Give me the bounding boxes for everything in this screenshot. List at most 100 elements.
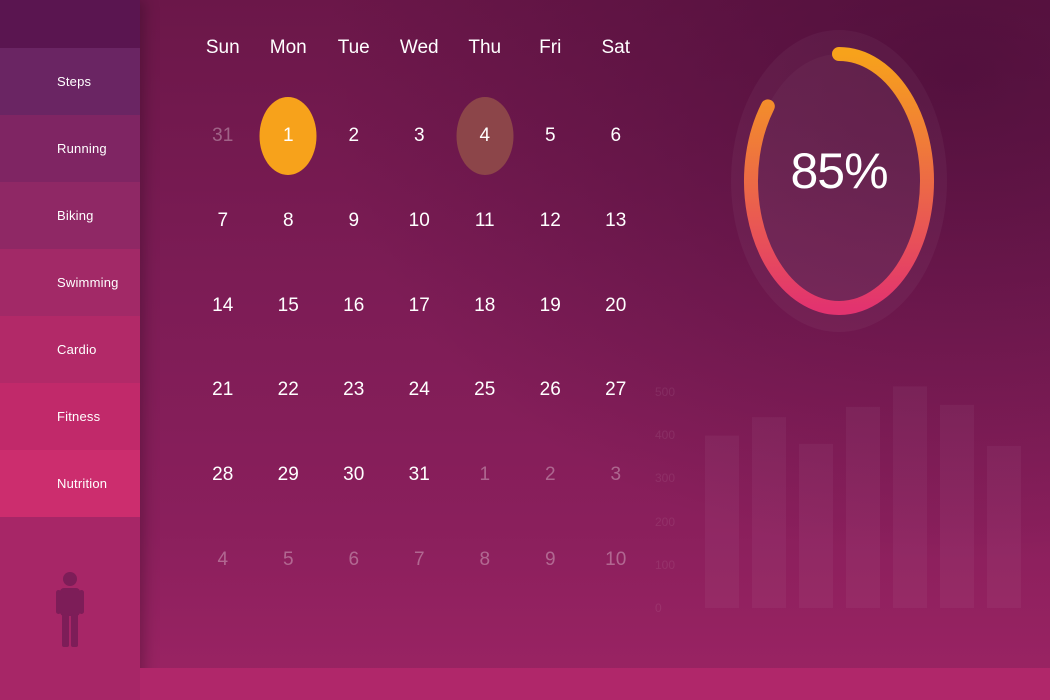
calendar-day-number: 9 [348,210,360,232]
calendar-day-number: 31 [212,125,234,147]
calendar-day-number: 5 [544,125,556,147]
calendar-day-number: 25 [474,379,496,401]
calendar-day[interactable]: 8 [452,517,518,602]
calendar-day[interactable]: 9 [321,179,387,264]
calendar-day[interactable]: 3 [387,94,453,179]
calendar-day[interactable]: 29 [256,433,322,518]
calendar-day-number: 3 [413,125,425,147]
calendar-day[interactable]: 27 [583,348,649,433]
bar [799,443,833,608]
calendar-day[interactable]: 22 [256,348,322,433]
calendar-day[interactable]: 10 [387,179,453,264]
calendar-day-number: 8 [479,548,491,570]
calendar-grid: 31 1 2 3 4 5 6 7 8 9 10 11 12 13 14 15 16 17 18 19 20 21 22 23 2… [190,94,650,602]
progress-label: 85% [790,142,888,199]
calendar-day-number: 1 [282,125,294,147]
calendar-day[interactable]: 18 [452,263,518,348]
calendar-day-number: 9 [544,548,556,570]
sidebar-item-swimming[interactable]: Swimming [0,249,140,316]
bar [940,404,974,608]
sidebar-item-cardio[interactable]: Cardio [0,316,140,383]
calendar-day[interactable]: 26 [518,348,584,433]
weekday-tue: Tue [337,37,370,58]
calendar-day-number: 31 [408,464,430,486]
calendar-day[interactable]: 16 [321,263,387,348]
calendar-day-number: 30 [343,464,365,486]
calendar-day[interactable]: 7 [387,517,453,602]
calendar-day-number: 29 [277,464,299,486]
calendar-day-number: 16 [343,294,365,316]
calendar-day[interactable]: 13 [583,179,649,264]
calendar-day[interactable]: 17 [387,263,453,348]
calendar-day[interactable]: 1 [452,433,518,518]
calendar-day-number: 24 [408,379,430,401]
calendar-day-number: 27 [605,379,627,401]
bar-chart-bars [705,386,1021,608]
calendar-day-number: 21 [212,379,234,401]
weekday-fri: Fri [539,37,562,58]
calendar-day[interactable]: 20 [583,263,649,348]
calendar-day[interactable]: 31 [387,433,453,518]
calendar-day-number: 6 [610,125,622,147]
weekday-sun: Sun [205,37,240,58]
calendar-day[interactable]: 3 [583,433,649,518]
calendar-day[interactable]: 4 [452,94,518,179]
calendar-day[interactable]: 28 [190,433,256,518]
progress-ring: 85% [730,28,948,334]
calendar-day[interactable]: 24 [387,348,453,433]
calendar-day[interactable]: 12 [518,179,584,264]
calendar-day-number: 5 [282,548,294,570]
calendar-day[interactable]: 2 [518,433,584,518]
bottom-bar [140,668,1050,700]
sidebar-item-biking[interactable]: Biking [0,182,140,249]
calendar-day[interactable]: 25 [452,348,518,433]
calendar-day-number: 2 [348,125,360,147]
calendar-day[interactable]: 6 [321,517,387,602]
weekday-mon: Mon [269,37,307,58]
calendar-day-number: 4 [217,548,229,570]
calendar-day[interactable]: 30 [321,433,387,518]
calendar-day[interactable]: 5 [518,94,584,179]
calendar-day-number: 4 [479,125,491,147]
calendar-day-number: 2 [544,464,556,486]
sidebar-item-running[interactable]: Running [0,115,140,182]
calendar-day[interactable]: 6 [583,94,649,179]
calendar-day-number: 28 [212,464,234,486]
calendar-day[interactable]: 23 [321,348,387,433]
calendar-day[interactable]: 31 [190,94,256,179]
calendar-day[interactable]: 9 [518,517,584,602]
weekday-sat: Sat [601,37,631,58]
calendar-day[interactable]: 19 [518,263,584,348]
sidebar-item-nutrition[interactable]: Nutrition [0,450,140,517]
calendar-day[interactable]: 7 [190,179,256,264]
bar [846,406,880,608]
person-icon [56,572,84,647]
calendar-day[interactable]: 1 [256,94,322,179]
calendar-day[interactable]: 21 [190,348,256,433]
calendar-day[interactable]: 8 [256,179,322,264]
sidebar-item-steps[interactable]: Steps [0,48,140,115]
sidebar-item-fitness[interactable]: Fitness [0,383,140,450]
calendar-day-number: 17 [408,294,430,316]
sidebar-menu: Steps Running Biking Swimming Cardio Fitness N… [0,48,140,517]
calendar-day-number: 12 [539,210,561,232]
weekday-wed: Wed [399,37,439,58]
calendar-day-number: 10 [408,210,430,232]
calendar-day-number: 7 [413,548,425,570]
calendar-day-number: 10 [605,548,627,570]
calendar-day-number: 14 [212,294,234,316]
calendar-day[interactable]: 2 [321,94,387,179]
calendar-day-number: 13 [605,210,627,232]
calendar-day[interactable]: 10 [583,517,649,602]
calendar-day-number: 6 [348,548,360,570]
calendar-day-number: 26 [539,379,561,401]
calendar-day-number: 20 [605,294,627,316]
calendar-day[interactable]: 15 [256,263,322,348]
calendar-day[interactable]: 4 [190,517,256,602]
calendar-day[interactable]: 11 [452,179,518,264]
bar [705,435,739,608]
bar [752,417,786,608]
calendar-day[interactable]: 14 [190,263,256,348]
weekday-header: Sun Mon Tue Wed Thu Fri Sat [190,30,650,66]
calendar-day[interactable]: 5 [256,517,322,602]
